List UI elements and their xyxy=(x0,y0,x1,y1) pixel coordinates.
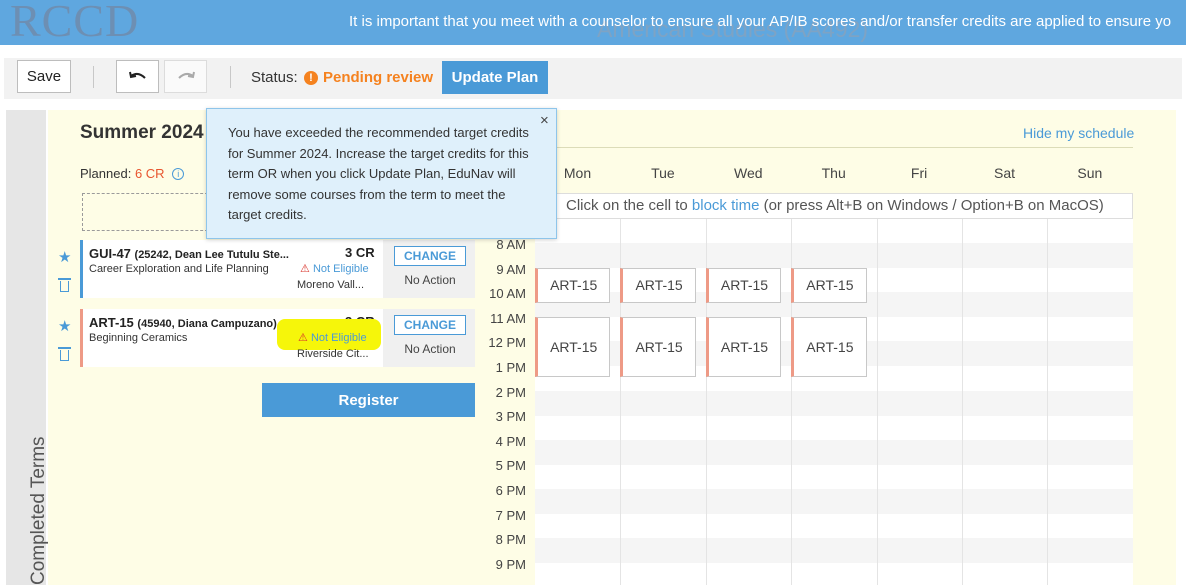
schedule-event-art-15[interactable]: ART-15 xyxy=(791,316,867,377)
hour-label: 9 PM xyxy=(495,556,526,572)
hour-label: 6 PM xyxy=(495,483,526,498)
hour-label: 2 PM xyxy=(495,384,526,400)
warning-icon: ⚠ xyxy=(300,263,310,275)
course-name: Career Exploration and Life Planning xyxy=(89,263,269,275)
course-actions: CHANGE No Action xyxy=(383,309,475,367)
hour-label: 4 PM xyxy=(495,433,526,449)
course-location: Moreno Vall... xyxy=(297,279,365,291)
hour-label: 11 AM xyxy=(490,310,526,326)
grid-band xyxy=(535,390,1133,416)
hour-label: 9 AM xyxy=(496,261,526,277)
grid-column-line xyxy=(962,219,963,585)
toolbar-divider xyxy=(230,66,231,88)
day-header-fri: Fri xyxy=(910,165,928,181)
redo-icon xyxy=(177,71,195,79)
course-name: Beginning Ceramics xyxy=(89,332,188,344)
completed-terms-label: Completed Terms xyxy=(28,436,49,585)
day-header-sun: Sun xyxy=(1077,165,1103,181)
change-button[interactable]: CHANGE xyxy=(394,246,466,266)
course-actions: CHANGE No Action xyxy=(383,240,475,298)
planned-label: Planned: xyxy=(80,166,132,181)
tooltip-message: You have exceeded the recommended target… xyxy=(228,125,529,222)
hour-label: 7 PM xyxy=(495,507,526,523)
course-section: (45940, Diana Campuzano) xyxy=(137,318,277,330)
course-section: (25242, Dean Lee Tutulu Ste... xyxy=(134,249,289,261)
action-status: No Action xyxy=(404,342,456,356)
schedule-event-art-15[interactable]: ART-15 xyxy=(535,267,611,304)
status-value: Pending review xyxy=(323,69,434,86)
info-icon[interactable]: i xyxy=(172,168,185,180)
schedule-event-art-15[interactable]: ART-15 xyxy=(705,316,782,377)
schedule-event-art-15[interactable]: ART-15 xyxy=(535,316,611,377)
day-header-thu: Thu xyxy=(821,165,846,181)
schedule-event-art-15[interactable]: ART-15 xyxy=(705,267,782,304)
hide-schedule-link[interactable]: Hide my schedule xyxy=(1023,125,1134,141)
undo-button[interactable] xyxy=(116,60,159,93)
status-label: Status: xyxy=(251,69,298,86)
eligibility-status[interactable]: ⚠ Not Eligible xyxy=(298,331,367,344)
day-header-sat: Sat xyxy=(993,165,1015,181)
save-button[interactable]: Save xyxy=(17,60,71,93)
course-credits: 3 CR xyxy=(345,245,375,260)
trash-icon[interactable] xyxy=(58,347,71,361)
undo-icon xyxy=(128,71,146,79)
hour-label: 12 PM xyxy=(488,335,526,351)
course-location: Riverside Cit... xyxy=(297,348,369,360)
course-card-gui-47[interactable]: GUI-47 (25242, Dean Lee Tutulu Ste... Ca… xyxy=(80,240,475,298)
grid-column-line xyxy=(876,219,878,585)
day-header-tue: Tue xyxy=(651,165,675,181)
block-time-link[interactable]: block time xyxy=(692,197,760,214)
change-button[interactable]: CHANGE xyxy=(394,315,466,335)
course-code: ART-15 (45940, Diana Campuzano) xyxy=(89,315,277,330)
planned-credits: Planned: 6 CR i xyxy=(80,166,185,181)
hour-label: 3 PM xyxy=(495,409,526,425)
term-title: Summer 2024 xyxy=(80,122,204,143)
action-status: No Action xyxy=(404,273,456,287)
planned-value: 6 CR xyxy=(134,166,165,181)
counselor-notice: It is important that you meet with a cou… xyxy=(349,13,1172,30)
top-banner: RCCD American Studies (AA492) It is impo… xyxy=(0,0,1186,45)
header-divider xyxy=(535,147,1133,148)
grid-column-line xyxy=(1047,219,1049,585)
schedule-event-art-15[interactable]: ART-15 xyxy=(791,267,867,304)
grid-band xyxy=(535,243,1133,268)
toolbar-divider xyxy=(93,66,94,88)
hour-label: 8 AM xyxy=(496,237,526,252)
register-button[interactable]: Register xyxy=(262,383,475,417)
hour-label: 8 PM xyxy=(495,532,526,548)
star-icon[interactable]: ★ xyxy=(58,248,71,266)
course-drop-zone[interactable] xyxy=(82,193,213,231)
rccd-logo: RCCD xyxy=(10,0,140,45)
pending-icon: ! xyxy=(304,71,318,85)
day-header-wed: Wed xyxy=(734,165,763,181)
hour-label: 5 PM xyxy=(495,458,526,474)
course-code: GUI-47 (25242, Dean Lee Tutulu Ste... xyxy=(89,246,289,261)
grid-band xyxy=(535,439,1133,465)
star-icon[interactable]: ★ xyxy=(58,317,71,335)
schedule-event-art-15[interactable]: ART-15 xyxy=(620,267,696,304)
warning-icon: ⚠ xyxy=(298,332,308,344)
hour-label: 10 AM xyxy=(489,286,526,302)
target-credits-tooltip: You have exceeded the recommended target… xyxy=(206,108,557,239)
grid-band xyxy=(535,489,1133,514)
update-plan-button[interactable]: Update Plan xyxy=(442,61,548,94)
eligibility-status[interactable]: ⚠ Not Eligible xyxy=(300,262,369,275)
trash-icon[interactable] xyxy=(58,278,71,292)
close-icon[interactable]: × xyxy=(540,112,549,129)
block-time-hint: Click on the cell to block time (or pres… xyxy=(566,197,1104,214)
hour-label: 1 PM xyxy=(495,360,526,375)
schedule-event-art-15[interactable]: ART-15 xyxy=(620,316,696,377)
grid-band xyxy=(535,538,1133,564)
redo-button[interactable] xyxy=(164,60,207,93)
